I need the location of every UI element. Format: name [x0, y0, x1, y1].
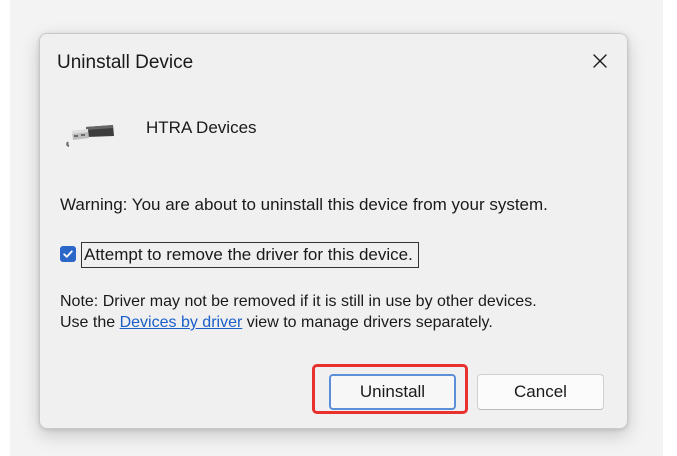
cancel-button[interactable]: Cancel [477, 374, 604, 410]
device-name: HTRA Devices [146, 118, 257, 137]
usb-cable-icon [66, 125, 114, 147]
checkmark-icon [63, 250, 73, 258]
driver-note: Note: Driver may not be removed if it is… [60, 291, 560, 333]
uninstall-button[interactable]: Uninstall [329, 374, 456, 410]
uninstall-device-dialog: Uninstall Device HTRA Devices Warning: Y… [39, 33, 628, 429]
dialog-titlebar: Uninstall Device [40, 34, 627, 90]
remove-driver-checkbox[interactable] [60, 246, 76, 262]
note-text-after: view to manage drivers separately. [242, 314, 493, 331]
close-button[interactable] [585, 46, 615, 76]
devices-by-driver-link[interactable]: Devices by driver [120, 314, 243, 331]
remove-driver-label[interactable]: Attempt to remove the driver for this de… [81, 242, 419, 268]
dialog-title: Uninstall Device [57, 52, 194, 73]
warning-text: Warning: You are about to uninstall this… [60, 195, 548, 214]
close-icon [593, 54, 607, 68]
